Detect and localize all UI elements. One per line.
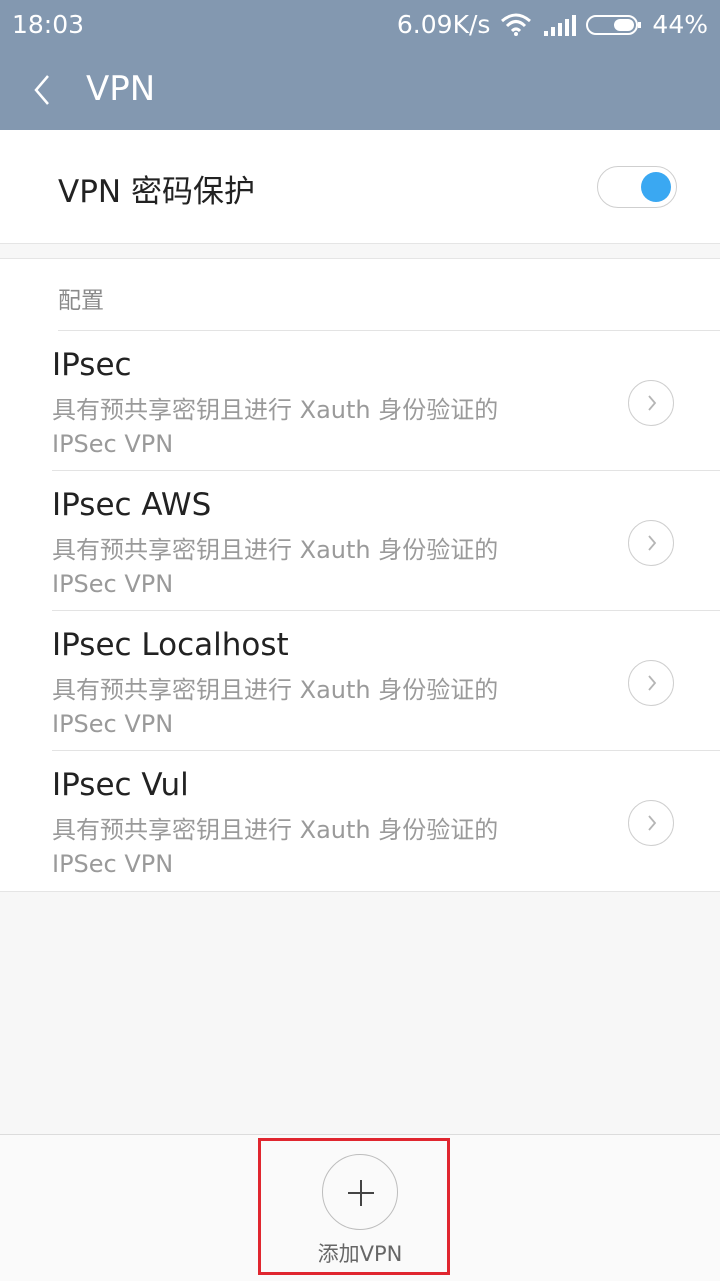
vpn-item-ipsec-vul[interactable]: IPsec Vul 具有预共享密钥且进行 Xauth 身份验证的 IPSec V… xyxy=(0,751,720,891)
chevron-right-icon[interactable] xyxy=(628,660,674,706)
chevron-right-icon[interactable] xyxy=(628,380,674,426)
vpn-item-desc: 具有预共享密钥且进行 Xauth 身份验证的 IPSec VPN xyxy=(52,673,572,741)
desc-line-2: IPSec VPN xyxy=(52,570,174,598)
toggle-knob xyxy=(641,172,671,202)
status-bar: 18:03 6.09K/s 44% xyxy=(0,0,720,52)
desc-line-2: IPSec VPN xyxy=(52,850,174,878)
desc-line-1: 具有预共享密钥且进行 Xauth 身份验证的 xyxy=(52,816,499,844)
wifi-icon xyxy=(501,13,532,36)
title-bar: VPN xyxy=(0,52,720,130)
desc-line-1: 具有预共享密钥且进行 Xauth 身份验证的 xyxy=(52,536,499,564)
status-time: 18:03 xyxy=(12,10,85,39)
desc-line-1: 具有预共享密钥且进行 Xauth 身份验证的 xyxy=(52,676,499,704)
vpn-item-desc: 具有预共享密钥且进行 Xauth 身份验证的 IPSec VPN xyxy=(52,533,572,601)
chevron-right-icon[interactable] xyxy=(628,520,674,566)
desc-line-2: IPSec VPN xyxy=(52,710,174,738)
status-right: 6.09K/s 44% xyxy=(397,10,708,39)
vpn-item-desc: 具有预共享密钥且进行 Xauth 身份验证的 IPSec VPN xyxy=(52,813,572,881)
config-header: 配置 xyxy=(58,288,104,314)
signal-icon xyxy=(544,14,577,36)
vpn-item-name: IPsec xyxy=(52,347,132,383)
page-title: VPN xyxy=(86,69,156,109)
vpn-item-ipsec-aws[interactable]: IPsec AWS 具有预共享密钥且进行 Xauth 身份验证的 IPSec V… xyxy=(0,471,720,611)
vpn-item-desc: 具有预共享密钥且进行 Xauth 身份验证的 IPSec VPN xyxy=(52,393,572,461)
config-section: 配置 IPsec 具有预共享密钥且进行 Xauth 身份验证的 IPSec VP… xyxy=(0,258,720,892)
desc-line-1: 具有预共享密钥且进行 Xauth 身份验证的 xyxy=(52,396,499,424)
vpn-item-name: IPsec AWS xyxy=(52,487,212,523)
vpn-item-name: IPsec Localhost xyxy=(52,627,289,663)
desc-line-2: IPSec VPN xyxy=(52,430,174,458)
back-button[interactable] xyxy=(26,70,66,110)
chevron-right-icon[interactable] xyxy=(628,800,674,846)
battery-percent: 44% xyxy=(652,10,708,39)
back-arrow-icon xyxy=(34,75,49,105)
vpn-item-name: IPsec Vul xyxy=(52,767,189,803)
battery-icon xyxy=(586,14,642,35)
vpn-item-ipsec-localhost[interactable]: IPsec Localhost 具有预共享密钥且进行 Xauth 身份验证的 I… xyxy=(0,611,720,751)
net-speed: 6.09K/s xyxy=(396,10,491,39)
highlight-box xyxy=(258,1138,450,1275)
password-protection-label: VPN 密码保护 xyxy=(58,174,255,210)
vpn-item-ipsec[interactable]: IPsec 具有预共享密钥且进行 Xauth 身份验证的 IPSec VPN xyxy=(0,331,720,471)
password-protection-toggle[interactable] xyxy=(597,166,677,208)
